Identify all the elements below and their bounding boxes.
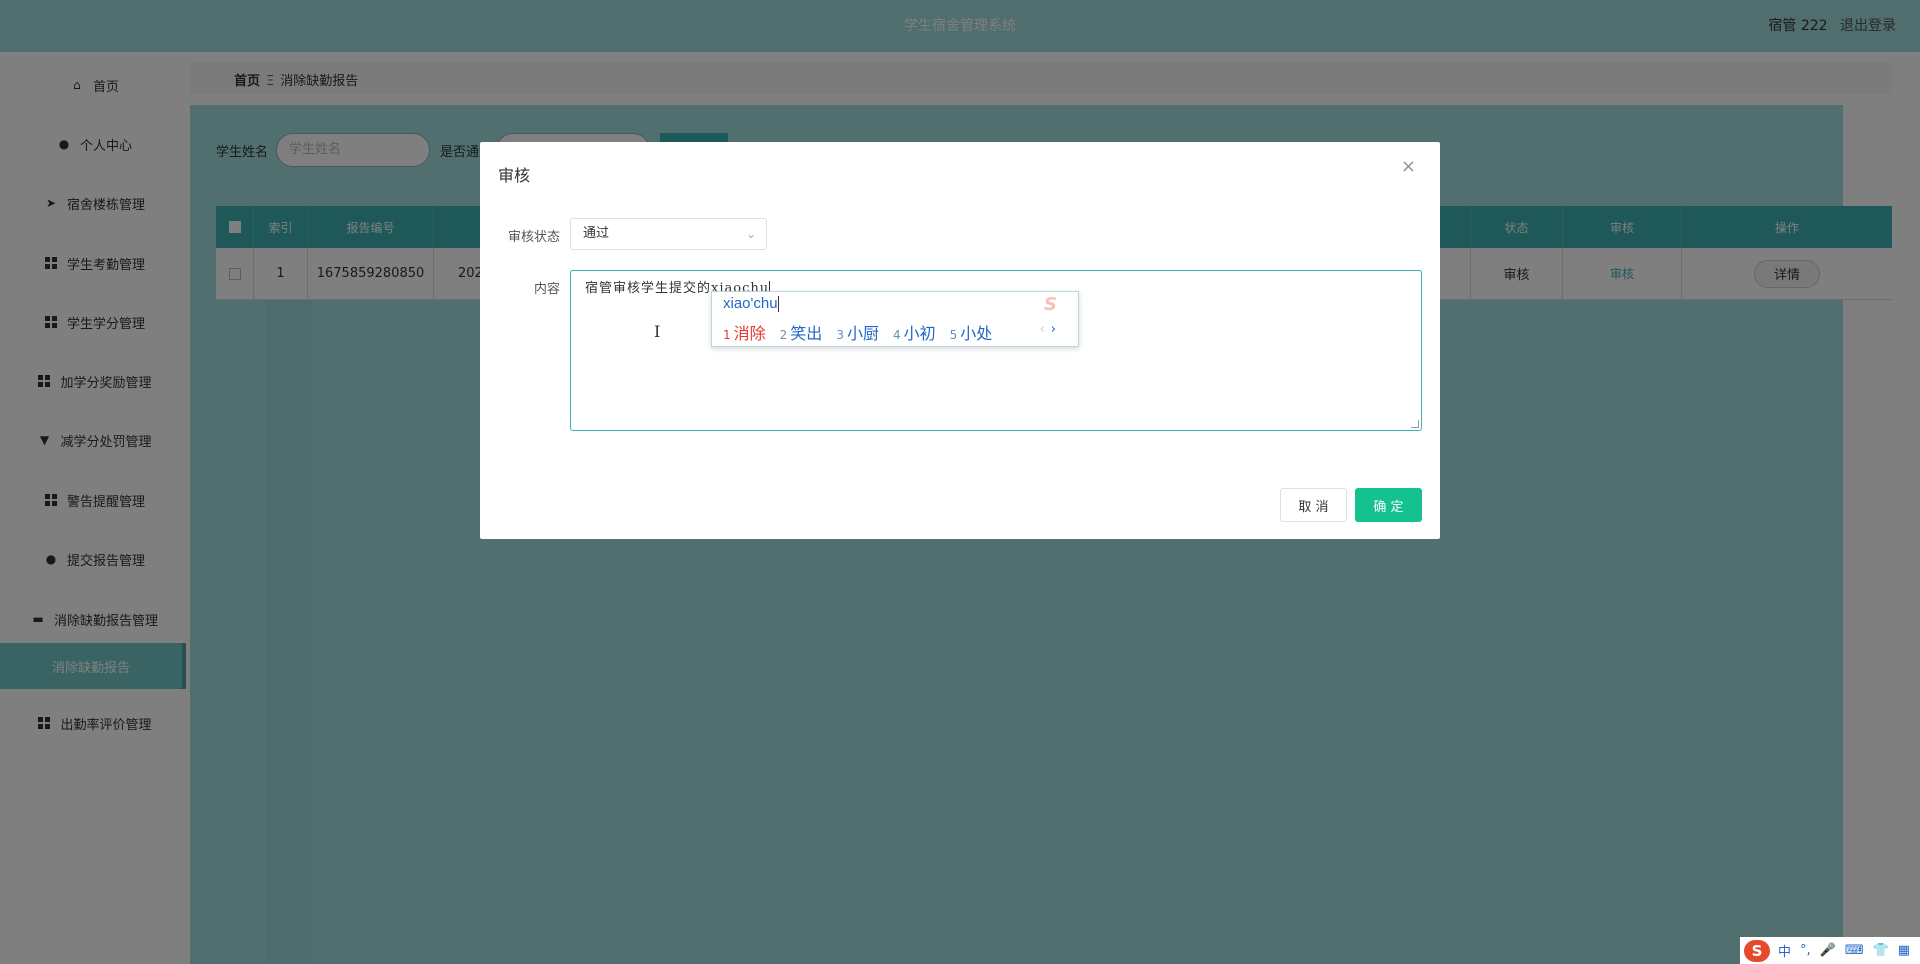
cancel-button[interactable]: 取 消 bbox=[1280, 488, 1347, 522]
sogou-icon[interactable]: S bbox=[1744, 939, 1770, 962]
chevron-down-icon: ⌄ bbox=[745, 227, 756, 241]
ime-tray: S 中 °, 🎤 ⌨ 👕 ▦ bbox=[1740, 937, 1920, 964]
mic-icon[interactable]: 🎤 bbox=[1820, 943, 1836, 958]
resize-handle[interactable] bbox=[1411, 420, 1419, 428]
audit-status-label: 审核状态 bbox=[508, 230, 561, 245]
content-label: 内容 bbox=[534, 282, 561, 297]
keyboard-icon[interactable]: ⌨ bbox=[1845, 943, 1864, 958]
ime-candidate[interactable]: 2 笑出 bbox=[780, 320, 823, 344]
ime-candidate[interactable]: 1 消除 bbox=[723, 320, 766, 344]
i-beam-cursor-icon: I bbox=[654, 322, 661, 341]
sogou-logo-icon: S bbox=[1044, 294, 1057, 315]
shirt-icon[interactable]: 👕 bbox=[1873, 943, 1889, 958]
ime-candidate[interactable]: 5 小处 bbox=[950, 320, 993, 344]
audit-status-value: 通过 bbox=[583, 226, 610, 241]
ime-candidate[interactable]: 3 小厨 bbox=[836, 320, 879, 344]
punct-toggle[interactable]: °, bbox=[1800, 943, 1811, 958]
dialog-title: 审核 bbox=[498, 166, 531, 185]
ime-prev-page[interactable]: ‹ bbox=[1040, 322, 1045, 337]
ime-pinyin: xiao'chu bbox=[723, 295, 779, 313]
ime-next-page[interactable]: › bbox=[1051, 322, 1056, 337]
apps-icon[interactable]: ▦ bbox=[1898, 943, 1910, 958]
confirm-button[interactable]: 确 定 bbox=[1355, 488, 1422, 522]
ime-candidate-window: xiao'chu 1 消除 2 笑出 3 小厨 4 小初 5 小处 ‹ › S bbox=[711, 291, 1079, 347]
ime-candidate[interactable]: 4 小初 bbox=[893, 320, 936, 344]
lang-toggle[interactable]: 中 bbox=[1778, 941, 1791, 960]
ime-pager: ‹ › bbox=[1040, 322, 1056, 337]
ime-candidates: 1 消除 2 笑出 3 小厨 4 小初 5 小处 bbox=[723, 320, 1006, 344]
audit-status-select[interactable]: 通过 ⌄ bbox=[570, 218, 767, 250]
close-icon[interactable]: × bbox=[1401, 156, 1416, 177]
